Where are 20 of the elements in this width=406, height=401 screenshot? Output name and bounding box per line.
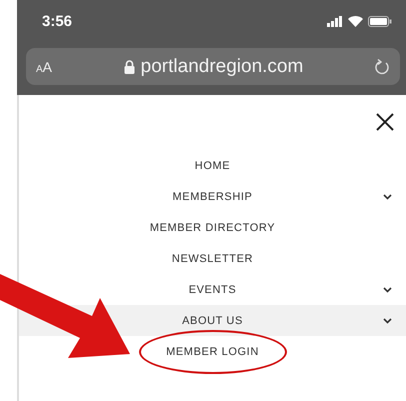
- menu-item[interactable]: MEMBER LOGIN: [166, 346, 259, 358]
- signal-icon: [327, 16, 343, 26]
- lock-icon: [124, 60, 135, 74]
- menu-item[interactable]: ABOUT US: [182, 314, 243, 326]
- address-bar[interactable]: AA portlandregion.com: [26, 48, 400, 85]
- battery-icon: [368, 16, 392, 26]
- menu-item[interactable]: EVENTS: [188, 284, 236, 296]
- menu-item[interactable]: MEMBERSHIP: [172, 190, 252, 202]
- wifi-icon: [348, 16, 363, 26]
- menu-item[interactable]: HOME: [194, 160, 230, 172]
- chevron-icon[interactable]: [383, 318, 392, 324]
- text-size-button[interactable]: AA: [36, 58, 52, 74]
- reload-icon[interactable]: [375, 58, 390, 75]
- status-time: 3:56: [42, 12, 72, 30]
- menu-item[interactable]: NEWSLETTER: [172, 252, 254, 264]
- chevron-icon[interactable]: [383, 287, 392, 293]
- chevron-icon[interactable]: [383, 194, 392, 200]
- url-text: portlandregion.com: [140, 56, 304, 78]
- menu-item[interactable]: MEMBER DIRECTORY: [150, 222, 276, 234]
- close-icon[interactable]: [376, 113, 394, 131]
